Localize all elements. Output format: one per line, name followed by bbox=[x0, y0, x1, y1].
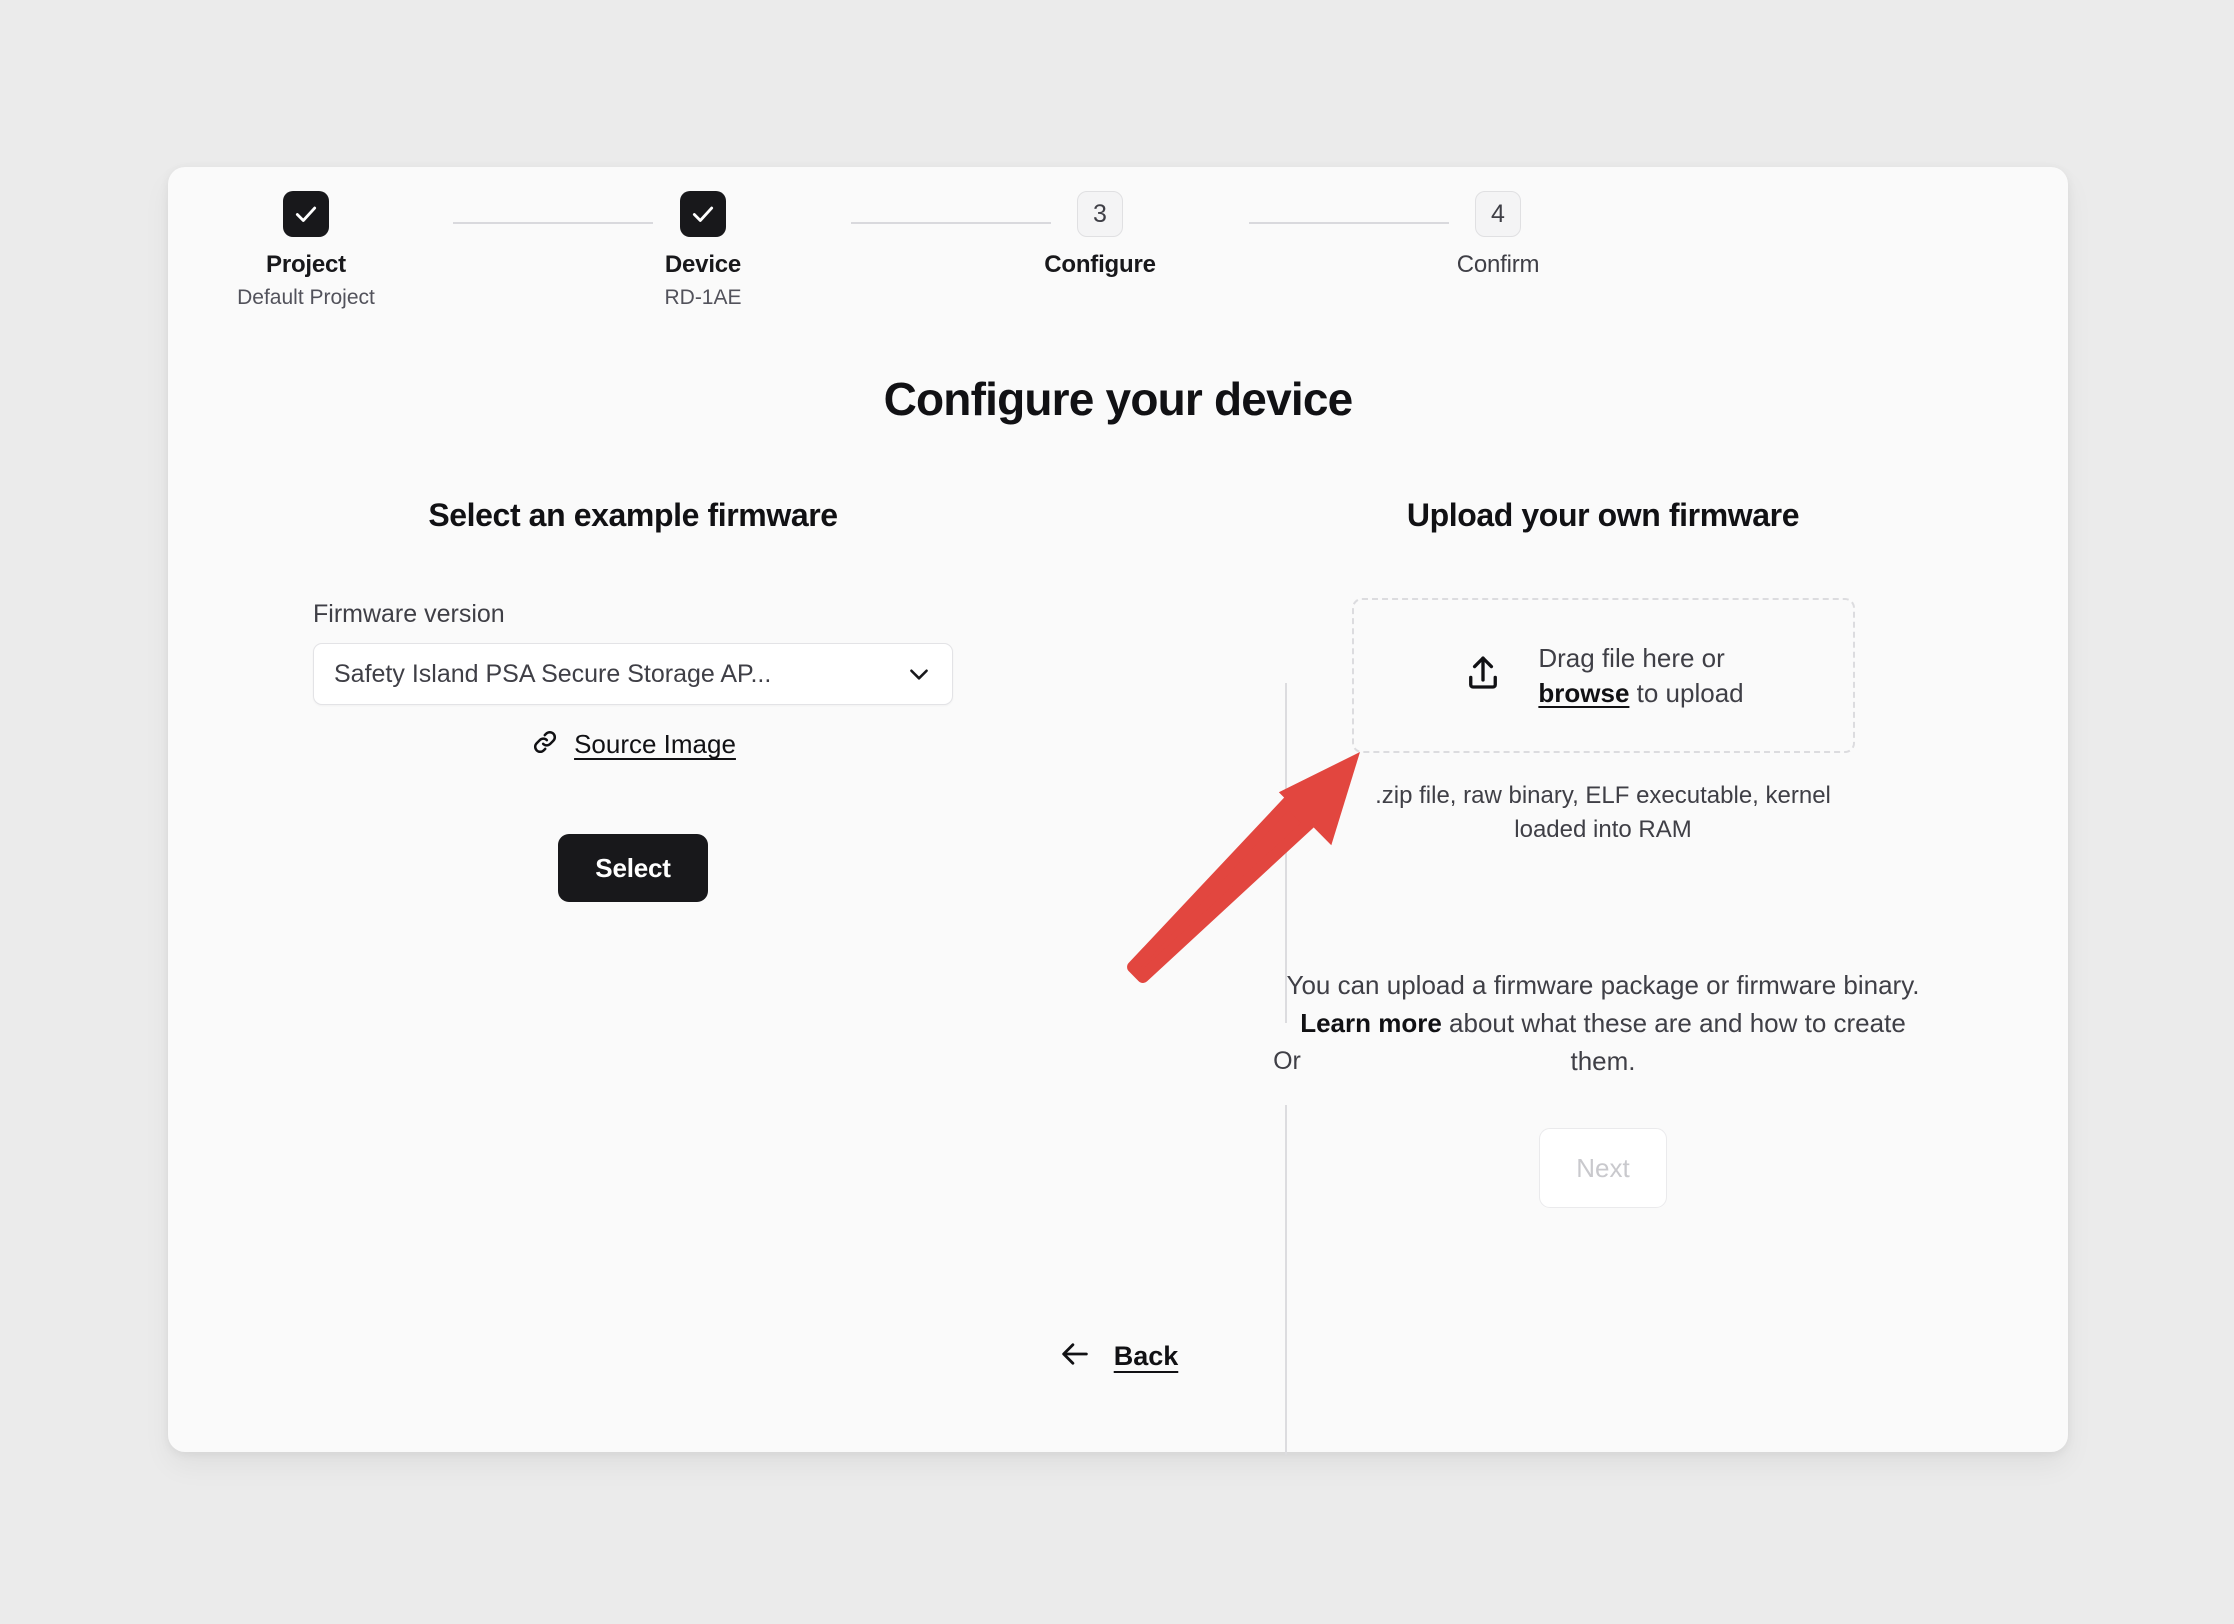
next-button[interactable]: Next bbox=[1539, 1128, 1667, 1209]
check-icon bbox=[293, 201, 319, 227]
step-label-device: Device bbox=[664, 251, 742, 278]
stepper-step-device[interactable]: Device RD-1AE bbox=[583, 191, 823, 310]
step-badge-device bbox=[680, 191, 726, 237]
firmware-version-field: Firmware version Safety Island PSA Secur… bbox=[313, 600, 953, 762]
step-badge-configure: 3 bbox=[1077, 191, 1123, 237]
upload-note-before: You can upload a firmware package or fir… bbox=[1286, 970, 1920, 1001]
link-icon bbox=[530, 727, 560, 762]
dropzone-line2-suffix: to upload bbox=[1629, 677, 1744, 708]
upload-icon bbox=[1462, 652, 1504, 699]
back-navigation[interactable]: Back bbox=[168, 1337, 2068, 1376]
file-dropzone[interactable]: Drag file here or browse to upload bbox=[1351, 598, 1855, 753]
wizard-card: Project Default Project Device RD-1AE 3 … bbox=[168, 167, 2068, 1455]
dropzone-text: Drag file here or browse to upload bbox=[1538, 641, 1743, 710]
step-label-configure: Configure bbox=[1044, 251, 1156, 278]
step-badge-confirm: 4 bbox=[1475, 191, 1521, 237]
source-image-label: Source Image bbox=[574, 729, 736, 759]
example-firmware-panel: Select an example firmware Firmware vers… bbox=[228, 497, 1038, 902]
learn-more-link[interactable]: Learn more bbox=[1300, 1008, 1442, 1038]
step-label-confirm: Confirm bbox=[1456, 251, 1540, 278]
chevron-down-icon bbox=[906, 661, 932, 687]
page-title: Configure your device bbox=[883, 373, 1354, 425]
stepper-step-confirm[interactable]: 4 Confirm bbox=[1378, 191, 1618, 279]
select-button[interactable]: Select bbox=[558, 834, 708, 902]
step-badge-project bbox=[283, 191, 329, 237]
dropzone-line1: Drag file here or bbox=[1538, 642, 1725, 673]
wizard-stepper: Project Default Project Device RD-1AE 3 … bbox=[168, 167, 2068, 327]
stepper-step-configure[interactable]: 3 Configure bbox=[980, 191, 1220, 279]
arrow-left-icon bbox=[1058, 1337, 1092, 1376]
source-image-link[interactable]: Source Image bbox=[313, 727, 953, 762]
upload-note: You can upload a firmware package or fir… bbox=[1283, 967, 1923, 1080]
back-label: Back bbox=[1113, 1341, 1179, 1371]
upload-note-after: about what these are and how to create t… bbox=[1441, 1007, 1906, 1076]
browse-link[interactable]: browse bbox=[1538, 678, 1629, 708]
upload-firmware-panel: Upload your own firmware Drag file here … bbox=[1198, 497, 2008, 1209]
step-sub-device: RD-1AE bbox=[664, 286, 742, 309]
step-label-project: Project bbox=[266, 251, 346, 278]
firmware-version-value: Safety Island PSA Secure Storage AP... bbox=[334, 659, 772, 688]
dropzone-line2: browse to upload bbox=[1538, 676, 1743, 711]
firmware-version-label: Firmware version bbox=[313, 600, 505, 628]
upload-firmware-heading: Upload your own firmware bbox=[1406, 497, 1800, 533]
firmware-version-select[interactable]: Safety Island PSA Secure Storage AP... bbox=[313, 643, 953, 705]
step-sub-project: Default Project bbox=[237, 286, 375, 309]
app-root: Project Default Project Device RD-1AE 3 … bbox=[0, 0, 2234, 1624]
dropzone-hint: .zip file, raw binary, ELF executable, k… bbox=[1375, 782, 1831, 844]
stepper-step-project[interactable]: Project Default Project bbox=[186, 191, 426, 310]
example-firmware-heading: Select an example firmware bbox=[428, 497, 838, 533]
check-icon bbox=[690, 201, 716, 227]
